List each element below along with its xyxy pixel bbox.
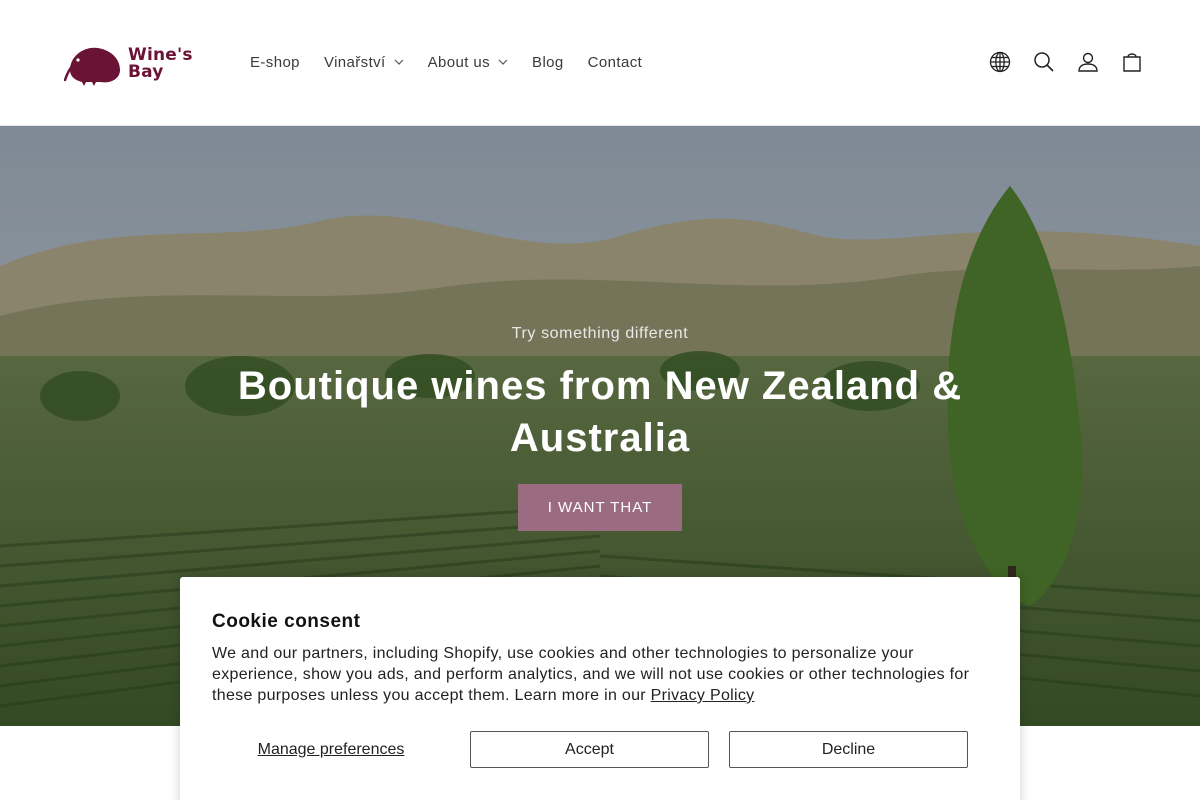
nav-item-blog[interactable]: Blog — [520, 48, 576, 76]
site-header: Wine's Bay E-shop Vinařství About us Blo… — [0, 0, 1200, 126]
globe-icon[interactable] — [978, 40, 1022, 84]
account-icon[interactable] — [1066, 40, 1110, 84]
accept-button[interactable]: Accept — [470, 731, 709, 768]
nav-label: About us — [427, 53, 491, 71]
nav-label: Contact — [587, 53, 643, 71]
i-want-that-button[interactable]: I WANT THAT — [518, 484, 682, 531]
kiwi-bird-icon — [64, 47, 120, 86]
manage-preferences-button[interactable]: Manage preferences — [212, 731, 450, 768]
privacy-policy-link[interactable]: Privacy Policy — [651, 687, 755, 704]
hero-subtitle: Try something different — [511, 325, 689, 342]
decline-button[interactable]: Decline — [729, 731, 968, 768]
chevron-down-icon — [498, 59, 508, 65]
cookie-consent-dialog: Cookie consent We and our partners, incl… — [180, 577, 1020, 800]
nav-label: E-shop — [250, 53, 300, 71]
chevron-down-icon — [394, 59, 404, 65]
search-icon[interactable] — [1022, 40, 1066, 84]
hero-title: Boutique wines from New Zealand & Austra… — [237, 364, 963, 460]
nav-label: Blog — [532, 53, 564, 71]
cookie-text: We and our partners, including Shopify, … — [212, 643, 992, 706]
nav-item-eshop[interactable]: E-shop — [238, 48, 312, 76]
nav-item-about-us[interactable]: About us — [416, 48, 520, 76]
nav-label: Vinařství — [323, 53, 386, 71]
nav-item-vinarstvi[interactable]: Vinařství — [312, 48, 416, 76]
logo-text: Wine's Bay — [128, 47, 193, 81]
logo-line-2: Bay — [128, 62, 164, 82]
header-icons — [978, 40, 1154, 84]
cookie-title: Cookie consent — [212, 611, 361, 632]
cookie-body: We and our partners, including Shopify, … — [212, 645, 970, 704]
cart-icon[interactable] — [1110, 40, 1154, 84]
main-nav: E-shop Vinařství About us Blog Contact — [238, 48, 654, 76]
logo[interactable]: Wine's Bay — [64, 40, 196, 88]
nav-item-contact[interactable]: Contact — [576, 48, 655, 76]
